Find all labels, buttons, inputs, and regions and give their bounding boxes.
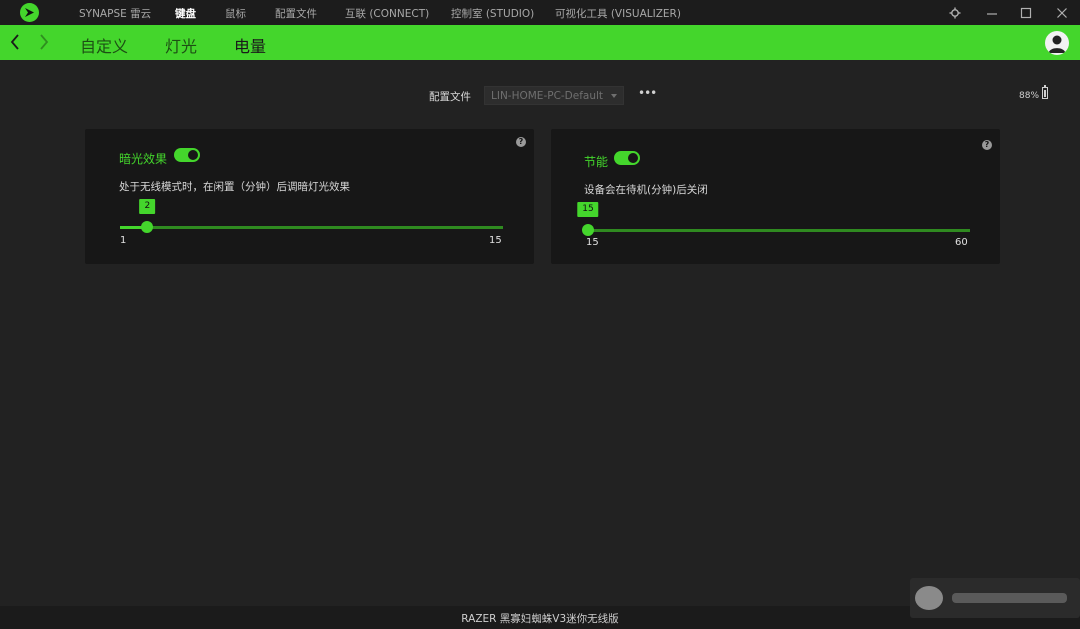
top-nav-studio[interactable]: 控制室 (STUDIO) (451, 6, 534, 21)
slider-min-label: 15 (586, 237, 599, 248)
slider-max-label: 15 (489, 235, 502, 246)
profile-dropdown[interactable]: LIN-HOME-PC-Default (484, 86, 624, 105)
battery-level-fill (1044, 89, 1046, 97)
top-nav-visualizer[interactable]: 可视化工具 (VISUALIZER) (555, 6, 681, 21)
maximize-icon[interactable] (1019, 5, 1033, 19)
top-bar: SYNAPSE 雷云 键盘 鼠标 配置文件 互联 (CONNECT) 控制室 (… (0, 0, 1080, 25)
power-saving-toggle[interactable] (614, 151, 640, 165)
slider-thumb[interactable] (141, 221, 154, 233)
top-nav-connect[interactable]: 互联 (CONNECT) (345, 6, 429, 21)
tab-power[interactable]: 电量 (234, 33, 266, 57)
profile-label: 配置文件 (429, 91, 471, 103)
slider-value-label: 15 (577, 202, 599, 217)
forward-arrow-icon[interactable] (38, 33, 50, 55)
watermark-logo (910, 578, 1080, 618)
help-icon[interactable]: ? (982, 140, 992, 150)
help-icon[interactable]: ? (516, 137, 526, 147)
back-arrow-icon[interactable] (9, 33, 21, 55)
tab-lighting[interactable]: 灯光 (165, 33, 197, 57)
power-saving-slider[interactable]: 15 (577, 202, 970, 236)
razer-logo-icon[interactable] (20, 3, 39, 22)
toggle-knob (628, 153, 638, 163)
settings-icon[interactable] (948, 5, 962, 19)
power-saving-description: 设备会在待机(分钟)后关闭 (584, 184, 708, 196)
top-nav-keyboard[interactable]: 键盘 (175, 6, 196, 21)
user-avatar-icon[interactable] (1045, 31, 1069, 55)
slider-min-label: 1 (120, 235, 127, 246)
power-saving-card: ? 节能 设备会在待机(分钟)后关闭 15 15 60 (551, 129, 1000, 264)
slider-value-label: 2 (139, 199, 156, 214)
more-options-button[interactable]: ••• (638, 86, 657, 100)
sub-nav-bar: 自定义 灯光 电量 (0, 25, 1080, 60)
dim-lighting-title: 暗光效果 (119, 152, 168, 166)
dim-lighting-slider[interactable]: 2 (120, 199, 503, 233)
chevron-down-icon (611, 94, 617, 98)
power-saving-title: 节能 (584, 155, 609, 169)
dim-lighting-toggle[interactable] (174, 148, 200, 162)
dim-lighting-card: ? 暗光效果 处于无线模式时，在闲置（分钟）后调暗灯光效果 2 1 15 (85, 129, 534, 264)
tab-customize[interactable]: 自定义 (80, 33, 128, 57)
minimize-icon[interactable] (985, 5, 999, 19)
top-nav-mouse[interactable]: 鼠标 (225, 6, 246, 21)
battery-icon (1042, 85, 1048, 99)
dim-lighting-description: 处于无线模式时，在闲置（分钟）后调暗灯光效果 (119, 181, 350, 193)
battery-percent: 88% (1019, 91, 1040, 101)
slider-thumb[interactable] (582, 224, 594, 236)
top-nav-profiles[interactable]: 配置文件 (275, 6, 317, 21)
profile-dropdown-value: LIN-HOME-PC-Default (491, 90, 604, 102)
close-icon[interactable] (1055, 5, 1069, 19)
top-nav-synapse[interactable]: SYNAPSE 雷云 (79, 6, 151, 21)
toggle-knob (188, 150, 198, 160)
slider-max-label: 60 (955, 237, 968, 248)
